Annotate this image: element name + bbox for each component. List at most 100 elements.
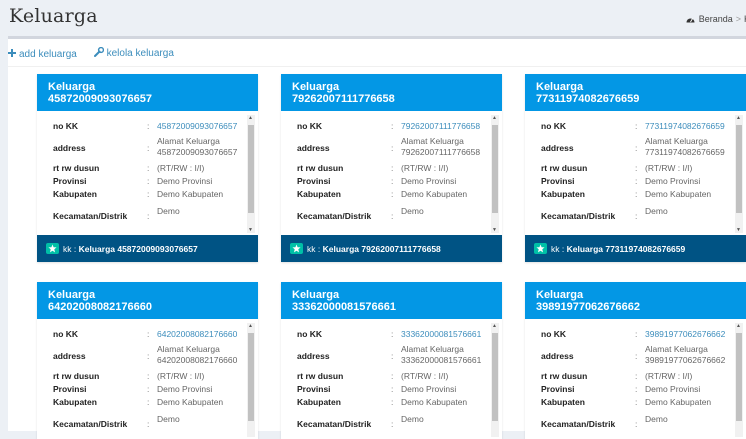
- field-colon: :: [391, 397, 394, 407]
- field-label: no KK: [541, 121, 567, 131]
- field-colon: :: [391, 163, 394, 173]
- no-kk-link[interactable]: 45872009093076657: [157, 121, 258, 132]
- field-colon: :: [391, 176, 394, 186]
- scrollbar-thumb[interactable]: [248, 333, 254, 421]
- no-kk-link[interactable]: 39891977062676662: [645, 329, 746, 340]
- field-label: Provinsi: [53, 384, 87, 394]
- card-body: no KK : 79262007111776658 address : Alam…: [281, 111, 502, 235]
- address-value: Alamat Keluarga 77311974082676659: [645, 136, 746, 158]
- field-colon: :: [635, 397, 638, 407]
- field-label: Kabupaten: [53, 397, 97, 407]
- rt-rw-value: (RT/RW : I/I): [645, 371, 693, 381]
- add-keluarga-button[interactable]: add keluarga: [8, 49, 77, 60]
- field-colon: :: [391, 121, 394, 131]
- scrollbar-thumb[interactable]: [736, 125, 742, 213]
- breadcrumb-separator: >: [735, 14, 741, 24]
- card-id: 77311974082676659: [536, 93, 640, 105]
- card-footer[interactable]: kk : Keluarga 79262007111776658: [281, 235, 502, 262]
- card-scrollbar[interactable]: ▲ ▼: [247, 115, 255, 233]
- rt-rw-value: (RT/RW : I/I): [401, 163, 449, 173]
- field-label: Kabupaten: [297, 189, 341, 199]
- field-label: address: [541, 143, 574, 153]
- keluarga-card: Keluarga 45872009093076657 no KK : 45872…: [37, 74, 258, 262]
- scroll-up-icon[interactable]: ▲: [492, 323, 497, 329]
- card-title: Keluarga: [536, 81, 584, 93]
- no-kk-link[interactable]: 77311974082676659: [645, 121, 746, 132]
- rt-rw-value: (RT/RW : I/I): [401, 371, 449, 381]
- field-label: Kabupaten: [541, 397, 585, 407]
- card-scrollbar[interactable]: ▲ ▼: [491, 115, 499, 233]
- card-header: Keluarga 33362000081576661: [281, 282, 502, 319]
- card-id: 39891977062676662: [536, 301, 641, 313]
- kecamatan-value: Demo: [401, 414, 424, 424]
- keluarga-card: Keluarga 79262007111776658 no KK : 79262…: [281, 74, 502, 262]
- kecamatan-value: Demo: [157, 206, 180, 216]
- address-line-1: Alamat Keluarga: [645, 344, 708, 354]
- field-label: rt rw dusun: [541, 371, 588, 381]
- field-colon: :: [147, 189, 150, 199]
- kelola-keluarga-button[interactable]: kelola keluarga: [93, 46, 174, 60]
- field-colon: :: [147, 371, 150, 381]
- card-scrollbar[interactable]: ▲: [735, 323, 743, 437]
- no-kk-link[interactable]: 79262007111776658: [401, 121, 502, 132]
- field-label: Kabupaten: [541, 189, 585, 199]
- rt-rw-value: (RT/RW : I/I): [157, 163, 205, 173]
- field-label: no KK: [297, 121, 323, 131]
- field-label: Kabupaten: [53, 189, 97, 199]
- card-scrollbar[interactable]: ▲: [491, 323, 499, 437]
- scroll-up-icon[interactable]: ▲: [248, 115, 253, 121]
- no-kk-link[interactable]: 33362000081576661: [401, 329, 502, 340]
- address-line-2: 33362000081576661: [401, 355, 482, 365]
- star-icon: [46, 243, 59, 254]
- address-line-1: Alamat Keluarga: [401, 136, 464, 146]
- field-label: Provinsi: [541, 176, 575, 186]
- provinsi-value: Demo Provinsi: [645, 176, 701, 186]
- scroll-down-icon[interactable]: ▼: [492, 227, 497, 233]
- plus-icon: [8, 49, 16, 60]
- field-colon: :: [147, 329, 150, 339]
- divider: [8, 66, 746, 67]
- address-line-1: Alamat Keluarga: [157, 344, 220, 354]
- address-line-1: Alamat Keluarga: [645, 136, 708, 146]
- field-label: address: [297, 351, 330, 361]
- field-colon: :: [635, 189, 638, 199]
- scroll-up-icon[interactable]: ▲: [736, 115, 741, 121]
- field-label: Kecamatan/Distrik: [53, 211, 128, 221]
- card-scrollbar[interactable]: ▲ ▼: [735, 115, 743, 233]
- field-label: rt rw dusun: [53, 371, 100, 381]
- scroll-down-icon[interactable]: ▼: [736, 227, 741, 233]
- scroll-down-icon[interactable]: ▼: [248, 227, 253, 233]
- scrollbar-thumb[interactable]: [736, 333, 742, 421]
- card-footer[interactable]: kk : Keluarga 45872009093076657: [37, 235, 258, 262]
- star-icon: [290, 243, 303, 254]
- no-kk-link[interactable]: 64202008082176660: [157, 329, 258, 340]
- kabupaten-value: Demo Kabupaten: [645, 189, 712, 199]
- field-label: Kecamatan/Distrik: [541, 211, 616, 221]
- scrollbar-thumb[interactable]: [248, 125, 254, 213]
- address-line-1: Alamat Keluarga: [401, 344, 464, 354]
- field-colon: :: [391, 329, 394, 339]
- scrollbar-thumb[interactable]: [492, 125, 498, 213]
- scrollbar-thumb[interactable]: [492, 333, 498, 421]
- scroll-up-icon[interactable]: ▲: [736, 323, 741, 329]
- field-colon: :: [147, 176, 150, 186]
- field-label: no KK: [53, 121, 79, 131]
- breadcrumb-home-link[interactable]: Beranda: [699, 14, 733, 24]
- card-header: Keluarga 39891977062676662: [525, 282, 746, 319]
- address-value: Alamat Keluarga 39891977062676662: [645, 344, 746, 366]
- field-colon: :: [147, 121, 150, 131]
- card-body: no KK : 45872009093076657 address : Alam…: [37, 111, 258, 235]
- field-label: Kabupaten: [297, 397, 341, 407]
- card-header: Keluarga 64202008082176660: [37, 282, 258, 319]
- keluarga-card: Keluarga 39891977062676662 no KK : 39891…: [525, 282, 746, 439]
- scroll-up-icon[interactable]: ▲: [248, 323, 253, 329]
- address-value: Alamat Keluarga 45872009093076657: [157, 136, 258, 158]
- scroll-up-icon[interactable]: ▲: [492, 115, 497, 121]
- field-colon: :: [147, 351, 150, 361]
- field-colon: :: [391, 143, 394, 153]
- field-label: rt rw dusun: [53, 163, 100, 173]
- keluarga-card: Keluarga 77311974082676659 no KK : 77311…: [525, 74, 746, 262]
- card-footer[interactable]: kk : Keluarga 77311974082676659: [525, 235, 746, 262]
- card-scrollbar[interactable]: ▲: [247, 323, 255, 437]
- provinsi-value: Demo Provinsi: [401, 176, 457, 186]
